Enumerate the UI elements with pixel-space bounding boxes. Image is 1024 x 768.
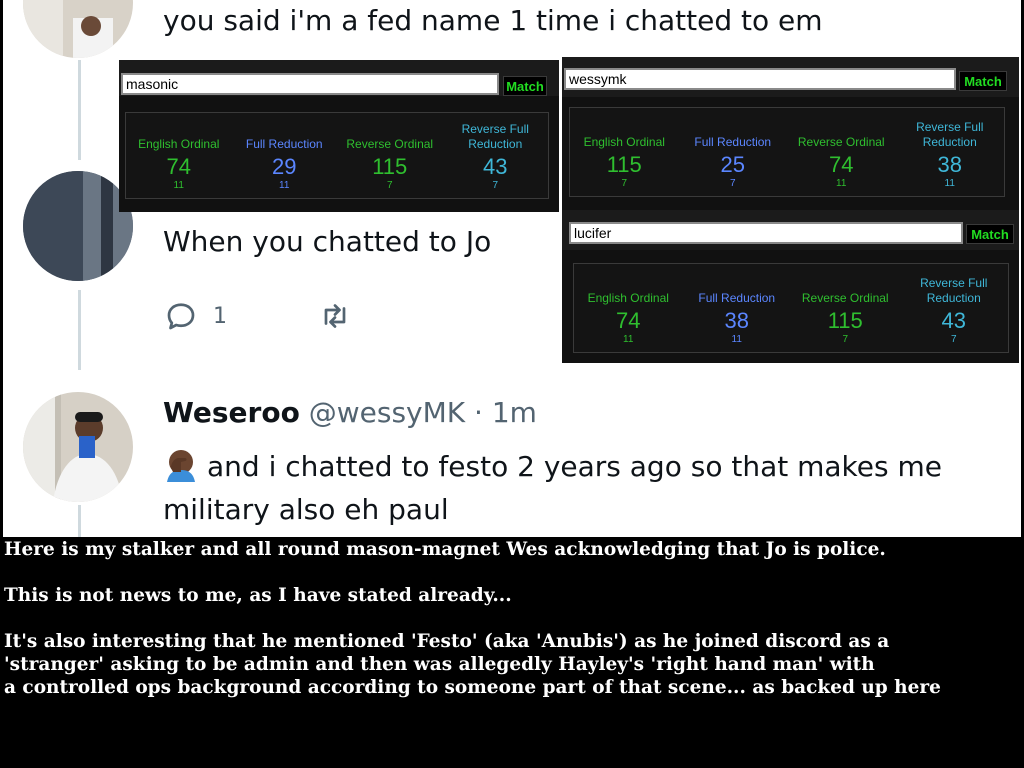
result-full-reduction: Full Reduction 29 11 (232, 113, 338, 198)
result-sub: 11 (173, 180, 184, 191)
result-sub: 7 (729, 178, 736, 189)
result-value[interactable]: 115 (828, 308, 863, 334)
calculator-results: English Ordinal 74 11 Full Reduction 38 … (573, 263, 1009, 353)
result-sub: 7 (492, 180, 499, 191)
caption-text: Here is my stalker and all round mason-m… (4, 538, 1022, 699)
caption-paragraph-3: It's also interesting that he mentioned … (4, 630, 1022, 699)
avatar-paul[interactable] (23, 171, 133, 281)
author-name[interactable]: Weseroo (163, 396, 300, 429)
result-label: Full Reduction (698, 291, 776, 305)
result-sub: 7 (621, 178, 628, 189)
result-reverse-ordinal: Reverse Ordinal 115 7 (791, 264, 900, 352)
gematria-calculator-1: Match English Ordinal 74 11 Full Reducti… (119, 60, 559, 212)
tweet-text-bottom-content-line1: and i chatted to festo 2 years ago so th… (207, 450, 942, 483)
thread-line-middle (78, 290, 81, 370)
result-reverse-full-reduction: Reverse Full Reduction 38 11 (896, 108, 1005, 196)
result-label: English Ordinal (587, 291, 669, 305)
tweet-text-middle: When you chatted to Jo (163, 225, 492, 258)
result-label: Reverse Full Reduction (461, 122, 529, 151)
thread-line-top (78, 60, 81, 160)
calculator-results: English Ordinal 74 11 Full Reduction 29 … (125, 112, 549, 199)
result-value[interactable]: 115 (372, 154, 407, 180)
result-english-ordinal: English Ordinal 115 7 (570, 108, 679, 196)
result-label: Reverse Ordinal (346, 137, 434, 151)
match-button[interactable]: Match (966, 224, 1014, 244)
result-sub: 7 (386, 180, 393, 191)
retweet-icon (324, 304, 346, 328)
result-sub: 11 (623, 334, 634, 345)
result-label: Reverse Ordinal (797, 135, 885, 149)
result-value[interactable]: 115 (607, 152, 642, 178)
avatar-weseroo-top[interactable] (23, 0, 133, 58)
tweet-text-bottom-line1: and i chatted to festo 2 years ago so th… (163, 446, 942, 485)
result-label: Reverse Full Reduction (920, 276, 988, 305)
match-button[interactable]: Match (503, 76, 547, 96)
author-separator: · (474, 396, 483, 429)
tweet-text-bottom-line2: military also eh paul (163, 493, 449, 526)
reply-button[interactable]: 1 (163, 298, 227, 334)
result-label: Reverse Ordinal (801, 291, 889, 305)
result-value[interactable]: 29 (272, 154, 296, 180)
result-sub: 7 (842, 334, 849, 345)
result-label: English Ordinal (138, 137, 220, 151)
result-reverse-ordinal: Reverse Ordinal 115 7 (337, 113, 443, 198)
gematria-calculator-3: Match English Ordinal 74 11 Full Reducti… (562, 210, 1019, 363)
result-full-reduction: Full Reduction 38 11 (683, 264, 792, 352)
facepalm-icon (167, 450, 195, 482)
result-full-reduction: Full Reduction 25 7 (679, 108, 788, 196)
tweet-thread: you said i'm a fed name 1 time i chatted… (3, 0, 1021, 537)
caption-paragraph-1: Here is my stalker and all round mason-m… (4, 539, 886, 560)
match-button[interactable]: Match (959, 71, 1007, 91)
calculator-input[interactable] (121, 73, 499, 95)
result-label: Full Reduction (245, 137, 323, 151)
avatar-weseroo[interactable] (23, 392, 133, 502)
result-sub: 7 (950, 334, 957, 345)
result-label: English Ordinal (583, 135, 665, 149)
result-sub: 11 (944, 178, 955, 189)
result-value[interactable]: 38 (938, 152, 962, 178)
reply-count: 1 (213, 303, 227, 329)
caption-line: 'stranger' asking to be admin and then w… (4, 654, 875, 675)
calculator-results: English Ordinal 115 7 Full Reduction 25 … (569, 107, 1005, 197)
result-value[interactable]: 25 (721, 152, 745, 178)
caption-line: It's also interesting that he mentioned … (4, 631, 890, 652)
thread-line-bottom (78, 505, 81, 537)
calculator-input[interactable] (569, 222, 963, 244)
gematria-calculator-2: Match English Ordinal 115 7 Full Reducti… (562, 57, 1019, 210)
tweet-timestamp[interactable]: 1m (492, 396, 537, 429)
caption-paragraph-2: This is not news to me, as I have stated… (4, 585, 512, 606)
retweet-button[interactable] (317, 298, 367, 334)
result-value[interactable]: 74 (167, 154, 191, 180)
result-reverse-ordinal: Reverse Ordinal 74 11 (787, 108, 896, 196)
tweet-actions: 1 (163, 298, 457, 334)
screenshot-area: you said i'm a fed name 1 time i chatted… (0, 0, 1024, 538)
result-reverse-full-reduction: Reverse Full Reduction 43 7 (900, 264, 1009, 352)
result-english-ordinal: English Ordinal 74 11 (574, 264, 683, 352)
tweet-author-line: Weseroo @wessyMK · 1m (163, 396, 537, 429)
result-value[interactable]: 38 (725, 308, 749, 334)
caption-line: a controlled ops background according to… (4, 677, 941, 698)
result-value[interactable]: 43 (483, 154, 507, 180)
result-sub: 11 (731, 334, 742, 345)
result-label: Reverse Full Reduction (916, 120, 984, 149)
tweet-text-top: you said i'm a fed name 1 time i chatted… (163, 4, 823, 37)
result-value[interactable]: 74 (616, 308, 640, 334)
result-sub: 11 (279, 180, 290, 191)
author-handle[interactable]: @wessyMK (309, 396, 465, 429)
result-english-ordinal: English Ordinal 74 11 (126, 113, 232, 198)
result-value[interactable]: 74 (829, 152, 853, 178)
result-value[interactable]: 43 (942, 308, 966, 334)
reply-icon (167, 303, 195, 330)
result-sub: 11 (836, 178, 847, 189)
calculator-input[interactable] (564, 68, 956, 90)
result-reverse-full-reduction: Reverse Full Reduction 43 7 (443, 113, 549, 198)
result-label: Full Reduction (694, 135, 772, 149)
